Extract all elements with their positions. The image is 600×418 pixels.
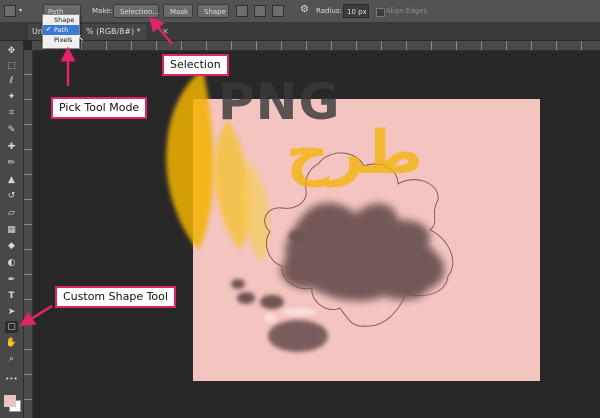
arrow-selection <box>149 16 173 45</box>
arrow-custom-shape-tool <box>19 304 53 326</box>
callout-arrows <box>19 16 173 326</box>
